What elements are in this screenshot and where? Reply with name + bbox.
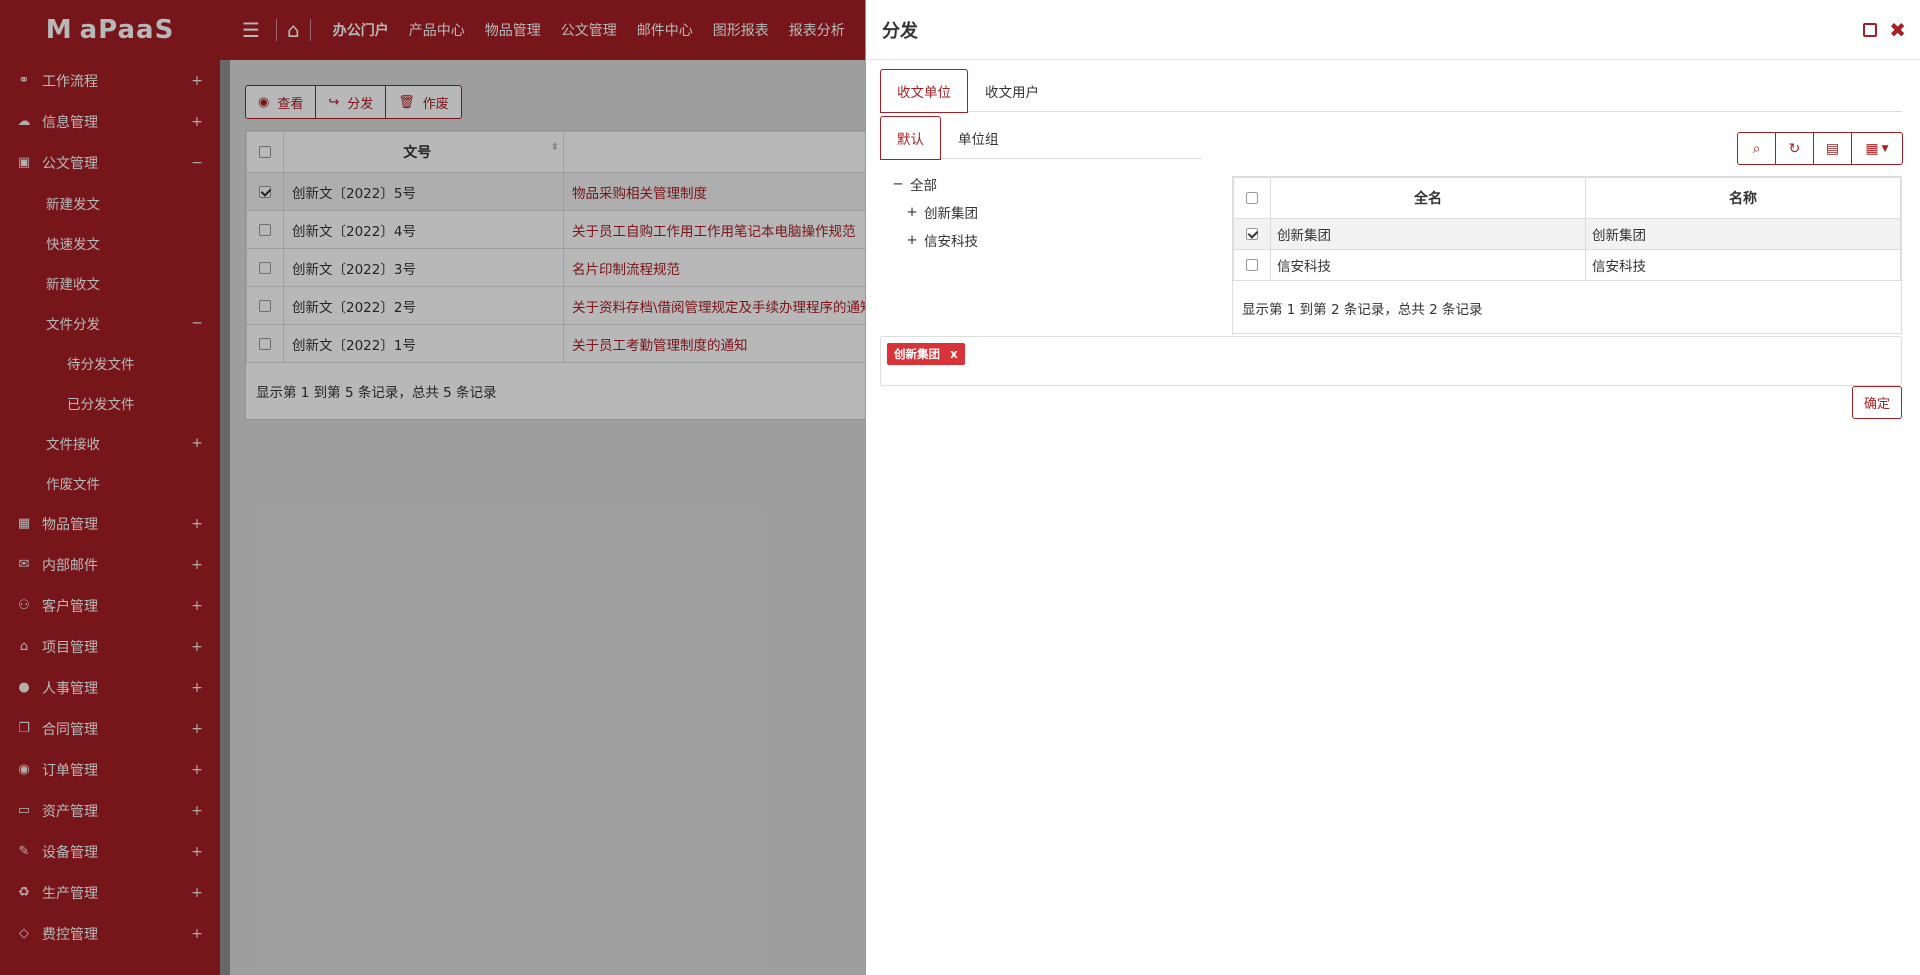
table-row[interactable]: 信安科技 信安科技	[1233, 249, 1901, 281]
tab-unit-group[interactable]: 单位组	[941, 116, 1016, 159]
column-header-name[interactable]: 名称	[1585, 177, 1901, 219]
pagination-info: 显示第 1 到第 2 条记录，总共 2 条记录	[1242, 302, 1483, 318]
expand-icon[interactable]: +	[904, 232, 920, 248]
row-checkbox[interactable]	[1246, 259, 1258, 271]
close-icon[interactable]: ✖	[1889, 20, 1906, 40]
maximize-icon[interactable]	[1863, 22, 1878, 37]
tag-label: 创新集团	[894, 347, 940, 361]
columns-button[interactable]: ▦ ▼	[1851, 132, 1903, 165]
unit-group-tabs: 默认 单位组	[880, 116, 1202, 160]
cell-fullname: 信安科技	[1270, 249, 1586, 281]
cell-name: 创新集团	[1585, 218, 1901, 250]
select-all-checkbox-cell[interactable]	[1233, 177, 1271, 219]
search-button[interactable]: ⌕	[1737, 132, 1776, 165]
table-row[interactable]: 创新集团 创新集团	[1233, 218, 1901, 250]
tree-node[interactable]: + 信安科技	[890, 226, 978, 254]
grid-icon: ▦	[1865, 140, 1879, 157]
select-all-checkbox[interactable]	[1246, 192, 1258, 204]
tree-node-label: 全部	[910, 178, 937, 194]
row-checkbox[interactable]	[1246, 228, 1258, 240]
export-button[interactable]: ▤	[1813, 132, 1852, 165]
column-header-fullname[interactable]: 全名	[1270, 177, 1586, 219]
tab-receiving-users[interactable]: 收文用户	[968, 69, 1056, 112]
dialog-header: 分发 ✖	[866, 0, 1920, 60]
grid-tools: ⌕ ↻ ▤ ▦ ▼	[1737, 132, 1903, 165]
modal-backdrop[interactable]	[0, 0, 865, 975]
search-icon: ⌕	[1752, 140, 1761, 157]
tree-node-root[interactable]: − 全部	[890, 170, 978, 198]
selected-units-box[interactable]: 创新集团 x	[880, 336, 1902, 386]
expand-icon[interactable]: +	[904, 204, 920, 220]
selected-unit-tag: 创新集团 x	[887, 343, 965, 365]
caret-down-icon: ▼	[1881, 143, 1889, 154]
collapse-icon[interactable]: −	[890, 176, 906, 192]
document-icon: ▤	[1825, 140, 1840, 157]
refresh-button[interactable]: ↻	[1775, 132, 1814, 165]
tab-default[interactable]: 默认	[880, 116, 941, 160]
distribute-dialog: 分发 ✖ 收文单位 收文用户 默认 单位组 − 全部 + 创新集团 + 信安科技 ⌕ …	[865, 0, 1920, 975]
row-checkbox-cell[interactable]	[1233, 218, 1271, 250]
unit-tree: − 全部 + 创新集团 + 信安科技	[890, 170, 978, 254]
recipient-tabs: 收文单位 收文用户	[880, 69, 1902, 113]
tab-receiving-units[interactable]: 收文单位	[880, 69, 968, 113]
cell-fullname: 创新集团	[1270, 218, 1586, 250]
tree-node[interactable]: + 创新集团	[890, 198, 978, 226]
refresh-icon: ↻	[1788, 140, 1801, 157]
tree-node-label: 信安科技	[924, 234, 978, 250]
confirm-button[interactable]: 确定	[1852, 386, 1902, 419]
remove-tag-icon[interactable]: x	[950, 347, 958, 361]
dialog-title: 分发	[882, 20, 918, 42]
unit-table: 全名 名称 创新集团 创新集团 信安科技 信安科技 显示第 1 到第 2 条记录…	[1232, 176, 1902, 334]
tree-node-label: 创新集团	[924, 206, 978, 222]
row-checkbox-cell[interactable]	[1233, 249, 1271, 281]
cell-name: 信安科技	[1585, 249, 1901, 281]
